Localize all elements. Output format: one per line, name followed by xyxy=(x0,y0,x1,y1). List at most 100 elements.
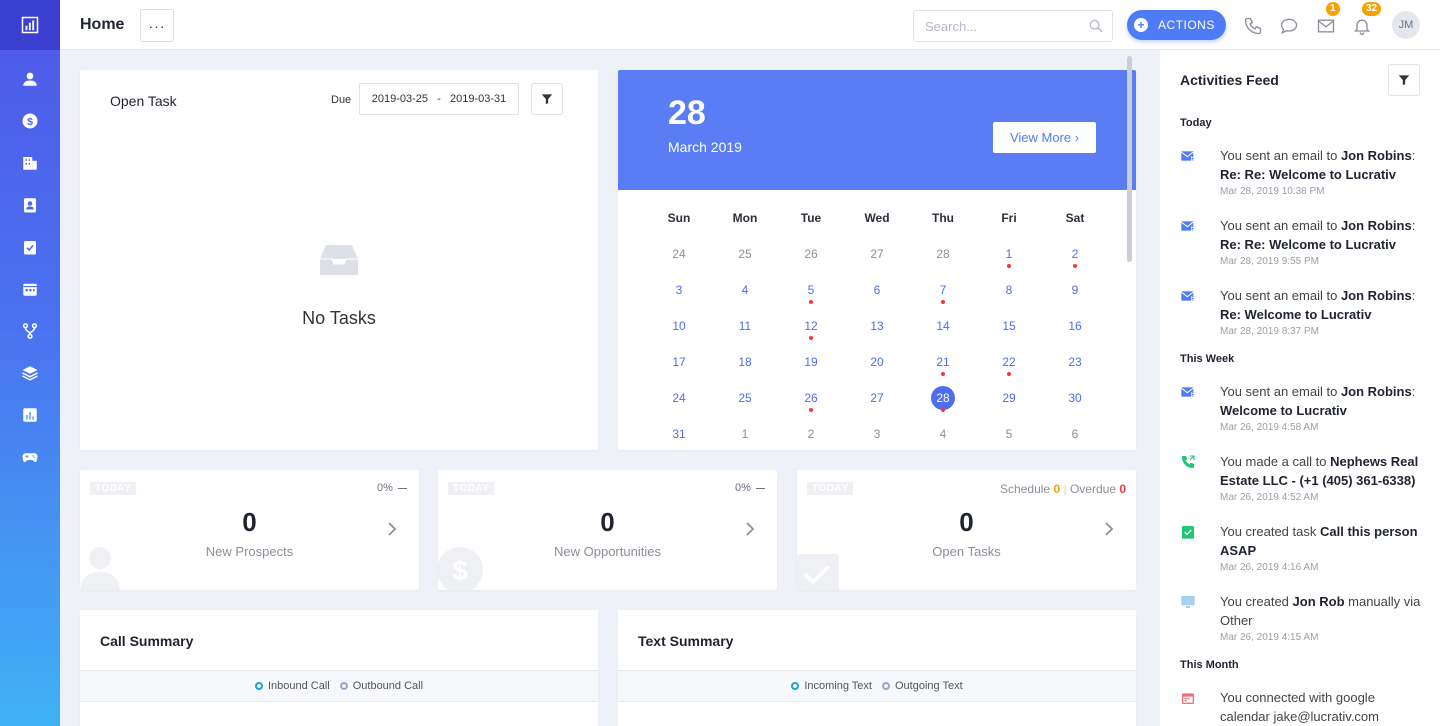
calendar-day[interactable]: 24 xyxy=(646,380,712,416)
calendar-day[interactable]: 6 xyxy=(844,272,910,308)
view-more-button[interactable]: View More › xyxy=(993,122,1096,153)
calendar-grid: Sun Mon Tue Wed Thu Fri Sat 24 25 26 27 28 1 2 3 4 5 6 7 8 9… xyxy=(646,200,1108,450)
avatar[interactable]: JM xyxy=(1392,11,1420,39)
feed-entry[interactable]: You sent an email to Jon Robins: Re: Re: … xyxy=(1180,216,1430,276)
event-dot xyxy=(809,336,813,340)
text-summary-title: Text Summary xyxy=(638,633,734,649)
calendar-day[interactable]: 25 xyxy=(712,236,778,272)
calendar-day[interactable]: 11 xyxy=(712,308,778,344)
nav-contact-cards[interactable] xyxy=(0,184,60,226)
logo-icon[interactable] xyxy=(0,0,60,50)
calendar-day[interactable]: 28 xyxy=(910,236,976,272)
calendar-day[interactable]: 26 xyxy=(778,380,844,416)
legend-outgoing-text[interactable]: Outgoing Text xyxy=(881,680,963,692)
no-tasks-text: No Tasks xyxy=(302,308,376,328)
calendar-day[interactable]: 25 xyxy=(712,380,778,416)
calendar-day[interactable]: 10 xyxy=(646,308,712,344)
calendar-current-day: 28 xyxy=(668,94,706,132)
feed-entry[interactable]: You created task Call this person ASAP Ma… xyxy=(1180,522,1430,582)
task-filter-button[interactable] xyxy=(531,83,563,115)
calendar-day[interactable]: 29 xyxy=(976,380,1042,416)
calendar-day[interactable]: 30 xyxy=(1042,380,1108,416)
feed-entry[interactable]: You sent an email to Jon Robins: Welcome … xyxy=(1180,382,1430,442)
more-options-button[interactable]: ··· xyxy=(140,9,174,42)
calendar-day[interactable]: 9 xyxy=(1042,272,1108,308)
feed-entry-text: You sent an email to Jon Robins: Re: Re: … xyxy=(1220,218,1416,252)
nav-reports[interactable] xyxy=(0,394,60,436)
calendar-day[interactable]: 5 xyxy=(778,272,844,308)
nav-calendar[interactable] xyxy=(0,268,60,310)
feed-entry[interactable]: You made a call to Nephews Real Estate L… xyxy=(1180,452,1430,512)
schedule-overdue: Schedule 0 | Overdue 0 xyxy=(1000,482,1126,496)
notifications-button[interactable]: 32 xyxy=(1352,2,1382,36)
event-dot xyxy=(1007,372,1011,376)
calendar-day[interactable]: 27 xyxy=(844,236,910,272)
calendar-day[interactable]: 31 xyxy=(646,416,712,450)
email-button[interactable]: 1 xyxy=(1316,2,1340,36)
search-box[interactable] xyxy=(913,10,1113,42)
calendar-day[interactable]: 20 xyxy=(844,344,910,380)
calendar-day[interactable]: 21 xyxy=(910,344,976,380)
sidebar: $ xyxy=(0,0,60,726)
calendar-day[interactable]: 2 xyxy=(1042,236,1108,272)
nav-workflows[interactable] xyxy=(0,310,60,352)
calendar-header: 28 March 2019 View More › xyxy=(618,70,1136,190)
chevron-right-icon[interactable] xyxy=(1104,522,1114,536)
calendar-day[interactable]: 22 xyxy=(976,344,1042,380)
nav-deals[interactable]: $ xyxy=(0,100,60,142)
new-prospects-card[interactable]: TODAY 0% 0 New Prospects xyxy=(80,470,419,590)
calendar-day[interactable]: 12 xyxy=(778,308,844,344)
calendar-day[interactable]: 7 xyxy=(910,272,976,308)
calendar-day[interactable]: 16 xyxy=(1042,308,1108,344)
calendar-day[interactable]: 19 xyxy=(778,344,844,380)
calendar-day[interactable]: 13 xyxy=(844,308,910,344)
feed-entry[interactable]: You connected with google calendar jake@… xyxy=(1180,688,1430,726)
chevron-right-icon[interactable] xyxy=(745,522,755,536)
legend-incoming-text[interactable]: Incoming Text xyxy=(791,680,872,692)
feed-entry[interactable]: You sent an email to Jon Robins: Re: Welc… xyxy=(1180,286,1430,346)
calendar-day[interactable]: 23 xyxy=(1042,344,1108,380)
calendar-day[interactable]: 27 xyxy=(844,380,910,416)
legend-inbound-call[interactable]: Inbound Call xyxy=(254,680,330,692)
phone-button[interactable] xyxy=(1243,16,1263,36)
feed-entry[interactable]: You sent an email to Jon Robins: Re: Re: … xyxy=(1180,146,1430,206)
open-tasks-card[interactable]: TODAY Schedule 0 | Overdue 0 0 Open Task… xyxy=(797,470,1136,590)
nav-contacts[interactable] xyxy=(0,58,60,100)
calendar-day-selected[interactable]: 28 xyxy=(910,380,976,416)
calendar-day[interactable]: 17 xyxy=(646,344,712,380)
calendar-day[interactable]: 6 xyxy=(1042,416,1108,450)
calendar-day[interactable]: 18 xyxy=(712,344,778,380)
calendar-day[interactable]: 8 xyxy=(976,272,1042,308)
calendar-day[interactable]: 1 xyxy=(976,236,1042,272)
nav-games[interactable] xyxy=(0,436,60,478)
nav-layers[interactable] xyxy=(0,352,60,394)
event-dot xyxy=(941,372,945,376)
actions-button[interactable]: + ACTIONS xyxy=(1127,10,1226,40)
calendar-day[interactable]: 5 xyxy=(976,416,1042,450)
search-input[interactable] xyxy=(925,11,1085,41)
calendar-day[interactable]: 26 xyxy=(778,236,844,272)
feed-entry[interactable]: You created Jon Rob manually via Other Ma… xyxy=(1180,592,1430,652)
nav-tasks[interactable] xyxy=(0,226,60,268)
nav-companies[interactable] xyxy=(0,142,60,184)
chevron-right-icon[interactable] xyxy=(387,522,397,536)
due-date-range-input[interactable]: 2019-03-25 - 2019-03-31 xyxy=(359,83,519,115)
calendar-day[interactable]: 14 xyxy=(910,308,976,344)
weekday-header: Fri xyxy=(1001,211,1017,225)
calendar-day[interactable]: 3 xyxy=(646,272,712,308)
calendar-day[interactable]: 4 xyxy=(712,272,778,308)
calendar-day[interactable]: 1 xyxy=(712,416,778,450)
calendar-day[interactable]: 3 xyxy=(844,416,910,450)
new-opportunities-card[interactable]: TODAY 0% 0 New Opportunities $ xyxy=(438,470,777,590)
main-scrollbar[interactable] xyxy=(1127,56,1132,262)
calendar-day[interactable]: 2 xyxy=(778,416,844,450)
legend-outbound-call[interactable]: Outbound Call xyxy=(339,680,423,692)
calendar-day[interactable]: 15 xyxy=(976,308,1042,344)
activities-feed: Activities Feed Today This Week This Mon… xyxy=(1160,50,1440,726)
calendar-day[interactable]: 4 xyxy=(910,416,976,450)
feed-filter-button[interactable] xyxy=(1388,64,1420,96)
calendar-day[interactable]: 24 xyxy=(646,236,712,272)
search-icon[interactable] xyxy=(1088,18,1104,34)
person-icon xyxy=(80,547,120,590)
chat-button[interactable] xyxy=(1279,16,1299,36)
